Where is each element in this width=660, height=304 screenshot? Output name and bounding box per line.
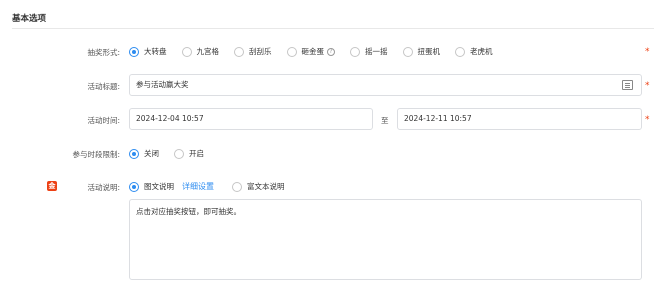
detail-settings-link[interactable]: 详细设置 bbox=[182, 181, 214, 192]
radio-dot bbox=[129, 148, 139, 159]
lottery-form-label: 抽奖形式: bbox=[87, 48, 120, 57]
activity-title-value: 参与活动赢大奖 bbox=[136, 80, 189, 89]
radio-wheel[interactable]: 大转盘 bbox=[129, 46, 167, 57]
radio-shake[interactable]: 摇一摇 bbox=[350, 46, 388, 57]
activity-title-input[interactable]: 参与活动赢大奖 bbox=[129, 74, 642, 96]
activity-desc-label: 活动说明: bbox=[87, 183, 120, 192]
start-time-value: 2024-12-04 10:57 bbox=[136, 114, 204, 123]
radio-image-text[interactable]: 图文说明 bbox=[129, 181, 174, 192]
radio-dot bbox=[286, 46, 297, 57]
lottery-form-radio-group: 大转盘 九宫格 刮刮乐 砸金蛋? 摇一摇 扭蛋机 老虎机 bbox=[129, 46, 508, 57]
section-title: 基本选项 bbox=[12, 14, 47, 24]
start-time-input[interactable]: 2024-12-04 10:57 bbox=[129, 108, 373, 130]
radio-dot bbox=[232, 181, 242, 192]
radio-scratch[interactable]: 刮刮乐 bbox=[234, 46, 272, 57]
radio-limit-off[interactable]: 关闭 bbox=[129, 148, 159, 159]
activity-desc-textarea[interactable]: 点击对应抽奖按钮，即可抽奖。 bbox=[129, 199, 642, 280]
required-mark: * bbox=[645, 47, 650, 57]
radio-dot bbox=[129, 46, 139, 57]
radio-slot-machine[interactable]: 老虎机 bbox=[455, 46, 493, 57]
radio-limit-on[interactable]: 开启 bbox=[174, 148, 204, 159]
radio-dot bbox=[174, 148, 184, 159]
radio-golden-egg[interactable]: 砸金蛋? bbox=[286, 46, 335, 57]
activity-time-label: 活动时间: bbox=[87, 116, 120, 125]
activity-desc-radio-group: 图文说明 详细设置 富文本说明 bbox=[129, 181, 300, 192]
activity-title-label: 活动标题: bbox=[87, 82, 120, 91]
radio-dot bbox=[350, 46, 360, 57]
help-icon[interactable]: ? bbox=[327, 47, 335, 56]
radio-dot bbox=[455, 46, 465, 57]
list-icon[interactable] bbox=[622, 80, 633, 90]
participation-limit-label: 参与时段限制: bbox=[72, 150, 120, 159]
radio-rich-text[interactable]: 富文本说明 bbox=[232, 181, 285, 192]
required-mark: * bbox=[645, 115, 650, 125]
end-time-value: 2024-12-11 10:57 bbox=[404, 114, 472, 123]
radio-dot bbox=[129, 181, 139, 192]
section-divider bbox=[12, 28, 654, 29]
required-mark: * bbox=[645, 81, 650, 91]
participation-limit-radio-group: 关闭 开启 bbox=[129, 148, 219, 159]
radio-gashapon[interactable]: 扭蛋机 bbox=[402, 46, 440, 57]
end-time-input[interactable]: 2024-12-11 10:57 bbox=[397, 108, 642, 130]
time-separator: 至 bbox=[381, 116, 389, 125]
radio-dot bbox=[402, 46, 413, 57]
radio-dot bbox=[234, 46, 244, 57]
radio-dot bbox=[181, 46, 192, 57]
radio-nine-grid[interactable]: 九宫格 bbox=[181, 46, 219, 57]
